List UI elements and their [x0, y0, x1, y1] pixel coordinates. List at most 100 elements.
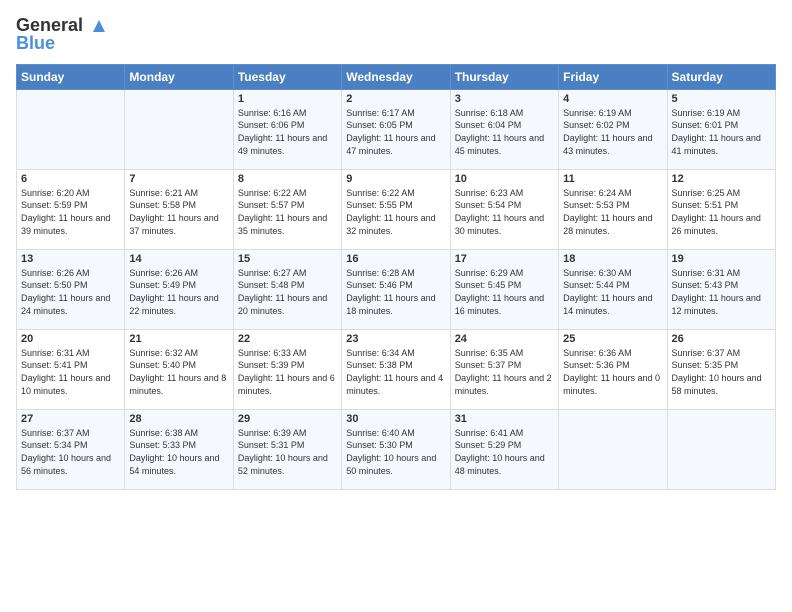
- day-number: 8: [238, 173, 337, 185]
- cell-info: Sunrise: 6:20 AMSunset: 5:59 PMDaylight:…: [21, 188, 110, 236]
- cell-info: Sunrise: 6:27 AMSunset: 5:48 PMDaylight:…: [238, 268, 327, 316]
- day-number: 17: [455, 253, 554, 265]
- day-cell: 13 Sunrise: 6:26 AMSunset: 5:50 PMDaylig…: [17, 249, 125, 329]
- day-cell: 26 Sunrise: 6:37 AMSunset: 5:35 PMDaylig…: [667, 329, 775, 409]
- cell-info: Sunrise: 6:19 AMSunset: 6:01 PMDaylight:…: [672, 108, 761, 156]
- week-row-2: 6 Sunrise: 6:20 AMSunset: 5:59 PMDayligh…: [17, 169, 776, 249]
- day-number: 14: [129, 253, 228, 265]
- day-cell: 17 Sunrise: 6:29 AMSunset: 5:45 PMDaylig…: [450, 249, 558, 329]
- cell-info: Sunrise: 6:19 AMSunset: 6:02 PMDaylight:…: [563, 108, 652, 156]
- logo: General Blue: [16, 16, 108, 54]
- logo-icon: [90, 17, 108, 35]
- day-cell: 23 Sunrise: 6:34 AMSunset: 5:38 PMDaylig…: [342, 329, 450, 409]
- day-cell: 29 Sunrise: 6:39 AMSunset: 5:31 PMDaylig…: [233, 409, 341, 489]
- day-cell: 7 Sunrise: 6:21 AMSunset: 5:58 PMDayligh…: [125, 169, 233, 249]
- day-number: 21: [129, 333, 228, 345]
- cell-info: Sunrise: 6:31 AMSunset: 5:41 PMDaylight:…: [21, 348, 110, 396]
- cell-info: Sunrise: 6:18 AMSunset: 6:04 PMDaylight:…: [455, 108, 544, 156]
- day-number: 10: [455, 173, 554, 185]
- day-number: 19: [672, 253, 771, 265]
- day-number: 7: [129, 173, 228, 185]
- day-number: 15: [238, 253, 337, 265]
- day-number: 20: [21, 333, 120, 345]
- day-number: 24: [455, 333, 554, 345]
- col-header-saturday: Saturday: [667, 64, 775, 89]
- day-cell: 28 Sunrise: 6:38 AMSunset: 5:33 PMDaylig…: [125, 409, 233, 489]
- day-cell: 22 Sunrise: 6:33 AMSunset: 5:39 PMDaylig…: [233, 329, 341, 409]
- calendar-table: SundayMondayTuesdayWednesdayThursdayFrid…: [16, 64, 776, 490]
- day-number: 13: [21, 253, 120, 265]
- cell-info: Sunrise: 6:41 AMSunset: 5:29 PMDaylight:…: [455, 428, 545, 476]
- day-number: 31: [455, 413, 554, 425]
- col-header-monday: Monday: [125, 64, 233, 89]
- cell-info: Sunrise: 6:39 AMSunset: 5:31 PMDaylight:…: [238, 428, 328, 476]
- week-row-4: 20 Sunrise: 6:31 AMSunset: 5:41 PMDaylig…: [17, 329, 776, 409]
- day-cell: [667, 409, 775, 489]
- day-number: 28: [129, 413, 228, 425]
- day-number: 23: [346, 333, 445, 345]
- col-header-thursday: Thursday: [450, 64, 558, 89]
- day-cell: 14 Sunrise: 6:26 AMSunset: 5:49 PMDaylig…: [125, 249, 233, 329]
- day-cell: 16 Sunrise: 6:28 AMSunset: 5:46 PMDaylig…: [342, 249, 450, 329]
- day-cell: 3 Sunrise: 6:18 AMSunset: 6:04 PMDayligh…: [450, 89, 558, 169]
- cell-info: Sunrise: 6:24 AMSunset: 5:53 PMDaylight:…: [563, 188, 652, 236]
- day-number: 25: [563, 333, 662, 345]
- cell-info: Sunrise: 6:35 AMSunset: 5:37 PMDaylight:…: [455, 348, 552, 396]
- day-cell: 15 Sunrise: 6:27 AMSunset: 5:48 PMDaylig…: [233, 249, 341, 329]
- cell-info: Sunrise: 6:23 AMSunset: 5:54 PMDaylight:…: [455, 188, 544, 236]
- day-cell: 9 Sunrise: 6:22 AMSunset: 5:55 PMDayligh…: [342, 169, 450, 249]
- day-cell: 31 Sunrise: 6:41 AMSunset: 5:29 PMDaylig…: [450, 409, 558, 489]
- cell-info: Sunrise: 6:38 AMSunset: 5:33 PMDaylight:…: [129, 428, 219, 476]
- day-cell: [125, 89, 233, 169]
- day-number: 3: [455, 93, 554, 105]
- header: General Blue: [16, 16, 776, 54]
- day-cell: 20 Sunrise: 6:31 AMSunset: 5:41 PMDaylig…: [17, 329, 125, 409]
- cell-info: Sunrise: 6:26 AMSunset: 5:49 PMDaylight:…: [129, 268, 218, 316]
- day-cell: 24 Sunrise: 6:35 AMSunset: 5:37 PMDaylig…: [450, 329, 558, 409]
- cell-info: Sunrise: 6:17 AMSunset: 6:05 PMDaylight:…: [346, 108, 435, 156]
- col-header-tuesday: Tuesday: [233, 64, 341, 89]
- cell-info: Sunrise: 6:21 AMSunset: 5:58 PMDaylight:…: [129, 188, 218, 236]
- day-cell: 12 Sunrise: 6:25 AMSunset: 5:51 PMDaylig…: [667, 169, 775, 249]
- day-number: 29: [238, 413, 337, 425]
- day-number: 30: [346, 413, 445, 425]
- cell-info: Sunrise: 6:40 AMSunset: 5:30 PMDaylight:…: [346, 428, 436, 476]
- day-number: 9: [346, 173, 445, 185]
- cell-info: Sunrise: 6:36 AMSunset: 5:36 PMDaylight:…: [563, 348, 660, 396]
- cell-info: Sunrise: 6:31 AMSunset: 5:43 PMDaylight:…: [672, 268, 761, 316]
- day-number: 2: [346, 93, 445, 105]
- day-cell: 11 Sunrise: 6:24 AMSunset: 5:53 PMDaylig…: [559, 169, 667, 249]
- day-number: 26: [672, 333, 771, 345]
- cell-info: Sunrise: 6:30 AMSunset: 5:44 PMDaylight:…: [563, 268, 652, 316]
- cell-info: Sunrise: 6:26 AMSunset: 5:50 PMDaylight:…: [21, 268, 110, 316]
- day-cell: 1 Sunrise: 6:16 AMSunset: 6:06 PMDayligh…: [233, 89, 341, 169]
- day-number: 27: [21, 413, 120, 425]
- day-cell: [17, 89, 125, 169]
- cell-info: Sunrise: 6:37 AMSunset: 5:34 PMDaylight:…: [21, 428, 111, 476]
- week-row-1: 1 Sunrise: 6:16 AMSunset: 6:06 PMDayligh…: [17, 89, 776, 169]
- cell-info: Sunrise: 6:22 AMSunset: 5:57 PMDaylight:…: [238, 188, 327, 236]
- col-header-friday: Friday: [559, 64, 667, 89]
- cell-info: Sunrise: 6:29 AMSunset: 5:45 PMDaylight:…: [455, 268, 544, 316]
- day-number: 4: [563, 93, 662, 105]
- day-cell: 21 Sunrise: 6:32 AMSunset: 5:40 PMDaylig…: [125, 329, 233, 409]
- cell-info: Sunrise: 6:28 AMSunset: 5:46 PMDaylight:…: [346, 268, 435, 316]
- calendar-page: General Blue SundayMondayTuesdayWednesda…: [0, 0, 792, 612]
- header-row: SundayMondayTuesdayWednesdayThursdayFrid…: [17, 64, 776, 89]
- day-cell: 25 Sunrise: 6:36 AMSunset: 5:36 PMDaylig…: [559, 329, 667, 409]
- cell-info: Sunrise: 6:16 AMSunset: 6:06 PMDaylight:…: [238, 108, 327, 156]
- cell-info: Sunrise: 6:34 AMSunset: 5:38 PMDaylight:…: [346, 348, 443, 396]
- day-cell: 18 Sunrise: 6:30 AMSunset: 5:44 PMDaylig…: [559, 249, 667, 329]
- day-number: 12: [672, 173, 771, 185]
- day-cell: 4 Sunrise: 6:19 AMSunset: 6:02 PMDayligh…: [559, 89, 667, 169]
- day-cell: 5 Sunrise: 6:19 AMSunset: 6:01 PMDayligh…: [667, 89, 775, 169]
- cell-info: Sunrise: 6:25 AMSunset: 5:51 PMDaylight:…: [672, 188, 761, 236]
- cell-info: Sunrise: 6:33 AMSunset: 5:39 PMDaylight:…: [238, 348, 335, 396]
- day-number: 1: [238, 93, 337, 105]
- day-number: 5: [672, 93, 771, 105]
- day-cell: 10 Sunrise: 6:23 AMSunset: 5:54 PMDaylig…: [450, 169, 558, 249]
- cell-info: Sunrise: 6:37 AMSunset: 5:35 PMDaylight:…: [672, 348, 762, 396]
- day-cell: 19 Sunrise: 6:31 AMSunset: 5:43 PMDaylig…: [667, 249, 775, 329]
- col-header-sunday: Sunday: [17, 64, 125, 89]
- week-row-5: 27 Sunrise: 6:37 AMSunset: 5:34 PMDaylig…: [17, 409, 776, 489]
